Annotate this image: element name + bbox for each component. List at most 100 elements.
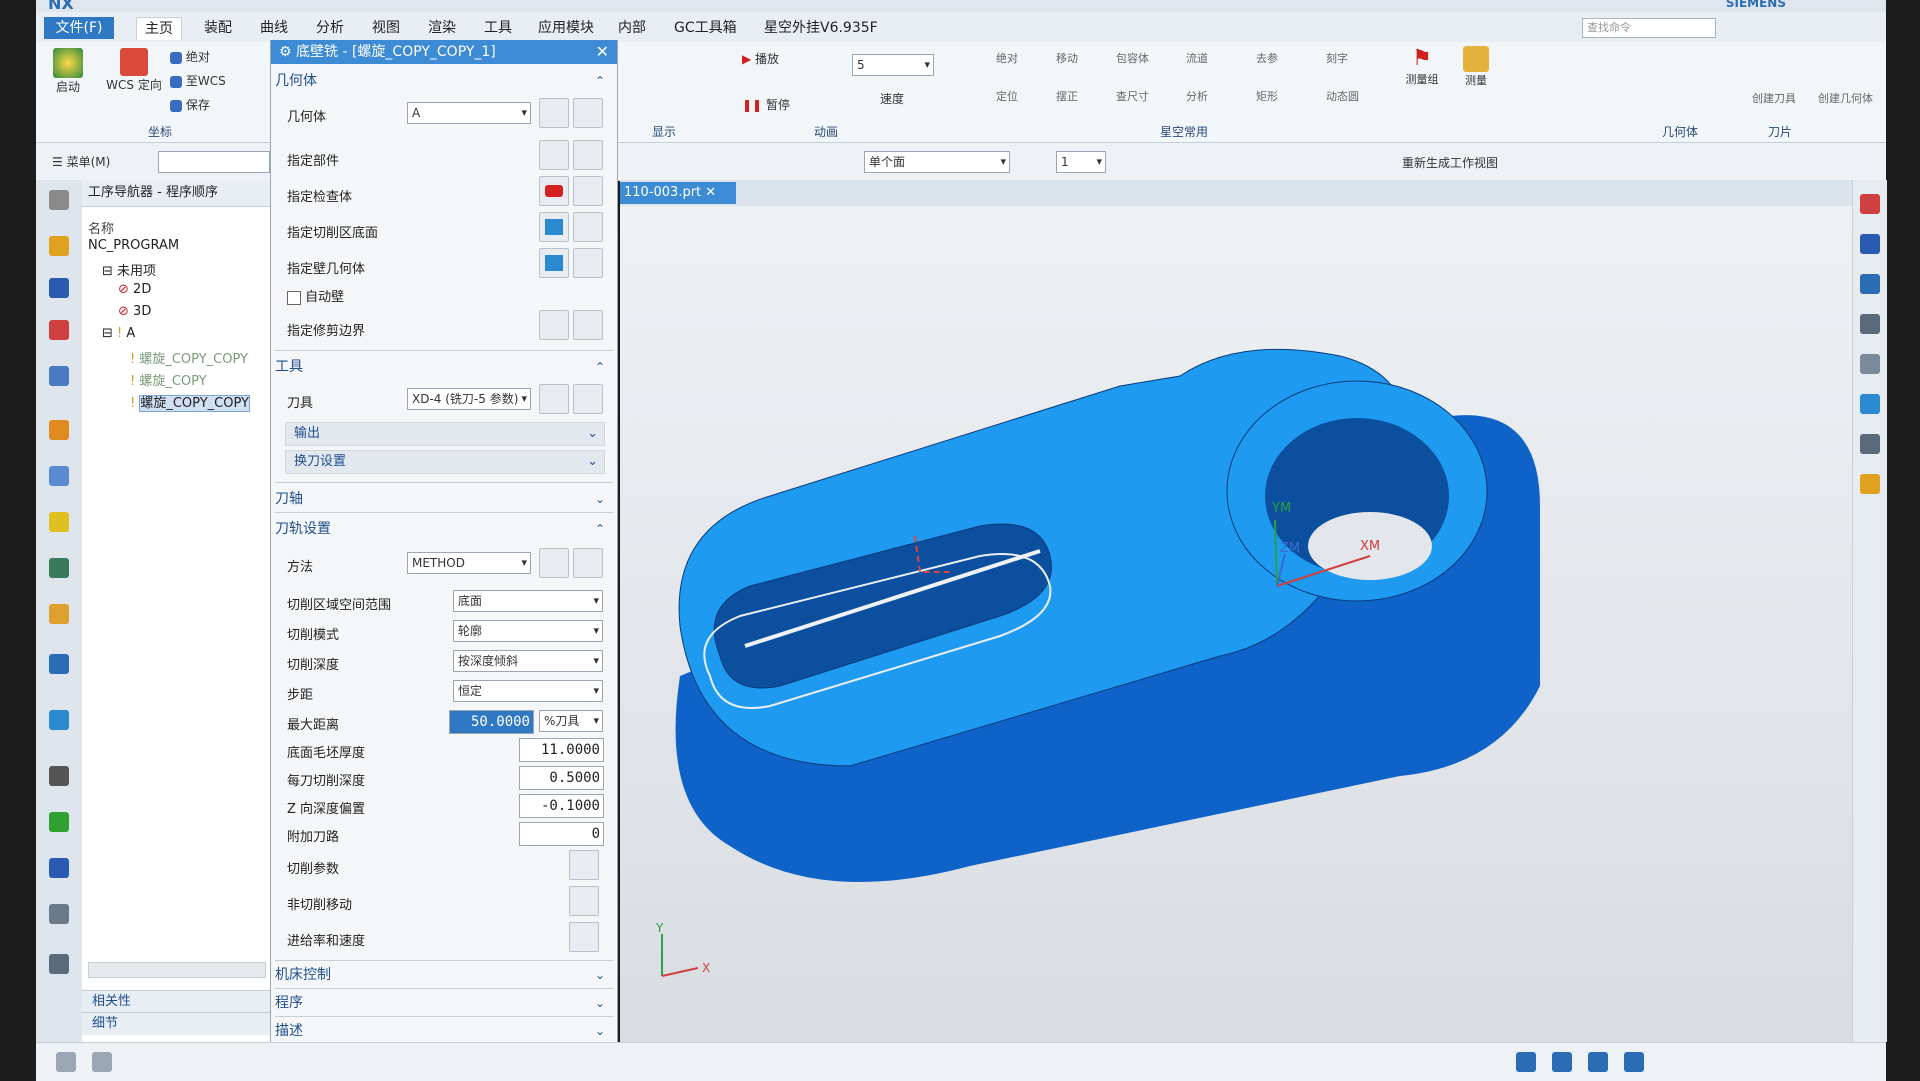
layer-icon[interactable]: [1860, 354, 1880, 374]
specify-part-button[interactable]: [539, 140, 569, 170]
section-icon[interactable]: [1860, 314, 1880, 334]
filter-icon[interactable]: [1552, 1052, 1572, 1072]
show-wall-button[interactable]: [573, 248, 603, 278]
tab-view[interactable]: 视图: [364, 17, 408, 39]
arrow-icon[interactable]: [1860, 394, 1880, 414]
menu-button[interactable]: ☰ 菜单(M): [52, 153, 110, 170]
operation-navigator-icon[interactable]: [49, 366, 69, 386]
view-icon[interactable]: [1860, 274, 1880, 294]
specify-floor-button[interactable]: [539, 212, 569, 242]
regenerate-view-button[interactable]: 重新生成工作视图: [1402, 154, 1498, 171]
tool-select[interactable]: XD-4 (铣刀-5 参数): [407, 388, 531, 410]
create-geometry-button[interactable]: 创建几何体: [1818, 90, 1873, 106]
to-wcs-button[interactable]: 至WCS: [170, 72, 226, 89]
tree-node-op3[interactable]: ! 螺旋_COPY_COPY: [130, 392, 250, 412]
star-tool-9[interactable]: 查尺寸: [1116, 88, 1149, 104]
close-icon[interactable]: ✕: [596, 40, 609, 64]
document-icon[interactable]: [49, 710, 69, 730]
star-tool-5[interactable]: 去参: [1256, 50, 1278, 66]
specify-trim-button[interactable]: [539, 310, 569, 340]
geometry-view-icon[interactable]: [49, 466, 69, 486]
specify-check-button[interactable]: [539, 176, 569, 206]
tree-node-a[interactable]: ⊟ ! A: [102, 326, 135, 341]
specify-wall-button[interactable]: [539, 248, 569, 278]
tree-node-nc-program[interactable]: NC_PROGRAM: [88, 238, 179, 253]
web-browser-icon[interactable]: [49, 558, 69, 578]
table-icon[interactable]: [1624, 1052, 1644, 1072]
pause-button[interactable]: ❚❚ 暂停: [742, 96, 790, 113]
details-panel[interactable]: 细节: [82, 1012, 280, 1035]
command-search-input[interactable]: 查找命令: [1582, 18, 1716, 38]
curve-icon[interactable]: [56, 1052, 76, 1072]
section-tool-axis[interactable]: 刀轴 ⌄: [275, 488, 613, 510]
snap-icon[interactable]: [1860, 194, 1880, 214]
star-tool-4[interactable]: 流道: [1186, 50, 1208, 66]
start-button[interactable]: 启动: [48, 48, 88, 95]
tab-curve[interactable]: 曲线: [252, 17, 296, 39]
floor-stock-input[interactable]: 11.0000: [519, 738, 604, 762]
create-tool-button[interactable]: 创建刀具: [1752, 90, 1796, 106]
tab-render[interactable]: 渲染: [420, 17, 464, 39]
tab-internal[interactable]: 内部: [610, 17, 654, 39]
new-method-button[interactable]: [539, 548, 569, 578]
show-check-button[interactable]: [573, 176, 603, 206]
method-select[interactable]: METHOD: [407, 552, 531, 574]
section-tool[interactable]: 工具 ⌃: [275, 356, 613, 378]
command-input[interactable]: [158, 151, 270, 173]
constraint-navigator-icon[interactable]: [49, 320, 69, 340]
speed-select[interactable]: 5: [852, 54, 934, 76]
layer-select[interactable]: 1: [1056, 151, 1106, 173]
star-tool-1[interactable]: 绝对: [996, 50, 1018, 66]
info-icon[interactable]: [49, 654, 69, 674]
tab-tools[interactable]: 工具: [476, 17, 520, 39]
document-tab[interactable]: 110-003.prt ✕: [620, 182, 736, 204]
auto-wall-checkbox[interactable]: 自动壁: [287, 286, 344, 305]
selection-filter-select[interactable]: 单个面: [864, 151, 1010, 173]
star-tool-8[interactable]: 摆正: [1056, 88, 1078, 104]
new-tool-button[interactable]: [539, 384, 569, 414]
cut-region-select[interactable]: 底面: [453, 590, 603, 612]
file-menu[interactable]: 文件(F): [44, 17, 114, 39]
cut-pattern-select[interactable]: 轮廓: [453, 620, 603, 642]
edit-tool-button[interactable]: [573, 384, 603, 414]
geometry-select[interactable]: A: [407, 102, 531, 124]
star-tool-6[interactable]: 刻字: [1326, 50, 1348, 66]
info-icon[interactable]: [1860, 234, 1880, 254]
wcs-orient-button[interactable]: WCS 定向: [106, 48, 162, 93]
role-icon[interactable]: [49, 904, 69, 924]
depth-per-cut-input[interactable]: 0.5000: [519, 766, 604, 790]
horizontal-scrollbar[interactable]: [88, 962, 266, 978]
non-cut-moves-button[interactable]: [569, 886, 599, 916]
tab-assembly[interactable]: 装配: [196, 17, 240, 39]
part-navigator-icon[interactable]: [49, 236, 69, 256]
tree-node-3d[interactable]: ⊘ 3D: [118, 304, 151, 319]
tab-star-plugin[interactable]: 星空外挂V6.935F: [756, 17, 886, 39]
section-path-settings[interactable]: 刀轨设置 ⌃: [275, 518, 613, 540]
star-tool-10[interactable]: 分析: [1186, 88, 1208, 104]
feeds-speeds-button[interactable]: [569, 922, 599, 952]
tree-node-unused[interactable]: ⊟ 未用项: [102, 260, 156, 279]
section-description[interactable]: 描述 ⌄: [275, 1020, 613, 1042]
tab-home[interactable]: 主页: [136, 17, 182, 40]
tree-node-op1[interactable]: ! 螺旋_COPY_COPY: [130, 348, 248, 367]
star-tool-7[interactable]: 定位: [996, 88, 1018, 104]
output-subsection[interactable]: 输出 ⌄: [285, 422, 605, 446]
show-floor-button[interactable]: [573, 212, 603, 242]
tool-icon[interactable]: [1860, 434, 1880, 454]
line-icon[interactable]: [92, 1052, 112, 1072]
tab-analysis[interactable]: 分析: [308, 17, 352, 39]
star-tool-11[interactable]: 矩形: [1256, 88, 1278, 104]
assembly-navigator-icon[interactable]: [49, 278, 69, 298]
tab-app-modules[interactable]: 应用模块: [530, 17, 602, 39]
clock-icon[interactable]: [49, 766, 69, 786]
dependencies-panel[interactable]: 相关性: [82, 990, 280, 1013]
tree-node-op2[interactable]: ! 螺旋_COPY: [130, 370, 207, 389]
max-distance-input[interactable]: 50.0000: [449, 710, 534, 734]
reuse-library-icon[interactable]: [49, 858, 69, 878]
edit-geometry-button[interactable]: [573, 98, 603, 128]
select-icon[interactable]: [1516, 1052, 1536, 1072]
machine-tool-icon[interactable]: [49, 420, 69, 440]
settings-icon[interactable]: [49, 190, 69, 210]
measure-button[interactable]: 测量: [1458, 46, 1494, 88]
tab-gc-toolbox[interactable]: GC工具箱: [666, 17, 745, 39]
